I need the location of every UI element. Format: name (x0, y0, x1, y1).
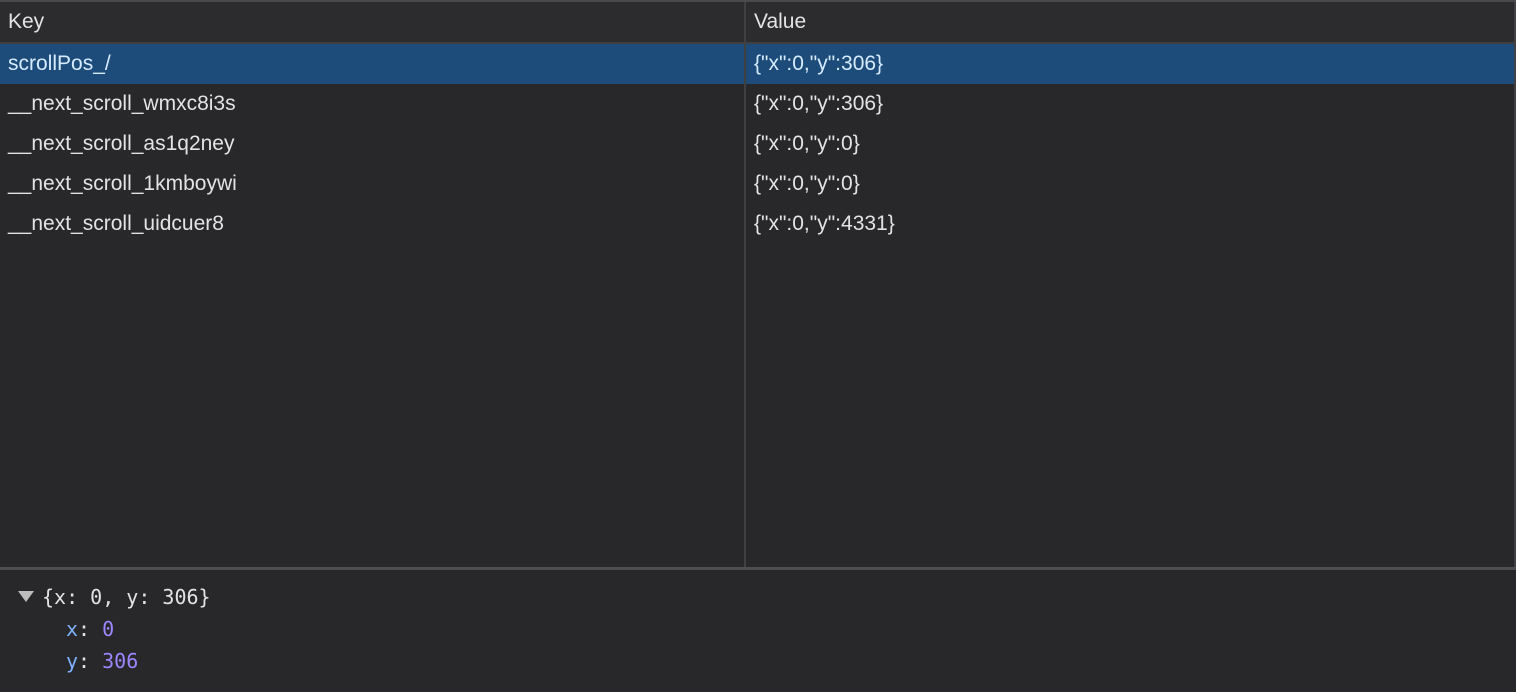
row-key: __next_scroll_1kmboywi (8, 172, 237, 195)
row-value: {"x":0,"y":0} (754, 172, 860, 195)
object-summary[interactable]: {x: 0, y: 306} (18, 584, 211, 610)
property-value: 0 (102, 617, 115, 641)
table-row[interactable]: scrollPos_/ {"x":0,"y":306} (0, 44, 1516, 84)
row-key: __next_scroll_as1q2ney (8, 132, 235, 155)
table-row[interactable]: __next_scroll_uidcuer8 {"x":0,"y":4331} (0, 204, 1516, 244)
row-key: __next_scroll_uidcuer8 (8, 212, 224, 235)
column-header-value[interactable]: Value (754, 2, 806, 42)
table-row[interactable]: __next_scroll_1kmboywi {"x":0,"y":0} (0, 164, 1516, 204)
disclosure-triangle-down-icon[interactable] (18, 591, 34, 602)
row-value: {"x":0,"y":0} (754, 132, 860, 155)
property-row-x: x: 0 (66, 614, 114, 644)
column-resize-handle[interactable] (744, 2, 746, 569)
value-preview-pane: {x: 0, y: 306} x: 0 y: 306 (0, 570, 1516, 692)
row-key: __next_scroll_wmxc8i3s (8, 92, 236, 115)
storage-viewer: Key Value scrollPos_/ {"x":0,"y":306} __… (0, 0, 1516, 692)
row-value: {"x":0,"y":306} (754, 52, 884, 75)
row-value: {"x":0,"y":4331} (754, 212, 895, 235)
column-header-key[interactable]: Key (8, 2, 44, 42)
row-key: scrollPos_/ (8, 52, 111, 75)
table-header: Key Value (0, 2, 1516, 44)
property-colon: : (78, 617, 103, 641)
property-value: 306 (102, 649, 139, 673)
property-name: y (66, 649, 79, 673)
storage-table: Key Value scrollPos_/ {"x":0,"y":306} __… (0, 0, 1516, 569)
table-body: scrollPos_/ {"x":0,"y":306} __next_scrol… (0, 44, 1516, 244)
property-row-y: y: 306 (66, 646, 138, 676)
property-colon: : (78, 649, 103, 673)
object-summary-text: {x: 0, y: 306} (42, 585, 211, 609)
table-row[interactable]: __next_scroll_wmxc8i3s {"x":0,"y":306} (0, 84, 1516, 124)
table-row[interactable]: __next_scroll_as1q2ney {"x":0,"y":0} (0, 124, 1516, 164)
property-name: x (66, 617, 79, 641)
row-value: {"x":0,"y":306} (754, 92, 884, 115)
